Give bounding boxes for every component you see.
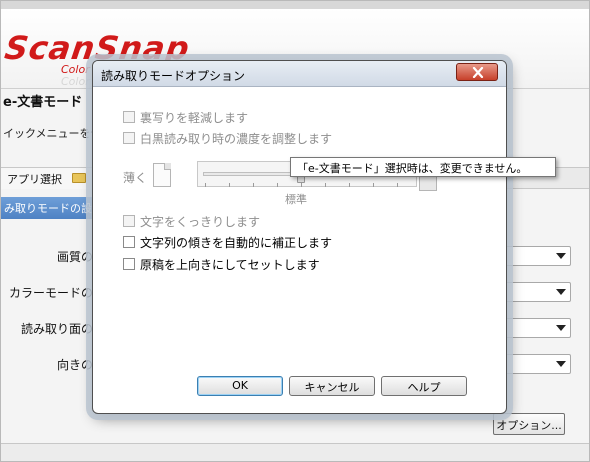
quality-select[interactable] — [501, 246, 571, 266]
scan-side-select[interactable] — [501, 318, 571, 338]
color-mode-select[interactable] — [501, 282, 571, 302]
slider-tick — [349, 183, 350, 187]
close-button[interactable] — [456, 63, 498, 81]
dialog-titlebar: 読み取りモードオプション — [93, 61, 506, 87]
orientation-select[interactable] — [501, 354, 571, 374]
tab-save-folder[interactable] — [67, 168, 93, 189]
quick-menu-text: イックメニューを使 — [3, 127, 102, 140]
chevron-down-icon — [556, 253, 566, 259]
option-button[interactable]: オプション... — [493, 413, 565, 435]
close-icon — [472, 67, 484, 78]
slider-tick — [253, 183, 254, 187]
slider-tick — [229, 183, 230, 187]
slider-tick — [205, 183, 206, 187]
standard-label: 標準 — [285, 193, 307, 206]
dialog-title: 読み取りモードオプション — [101, 69, 246, 83]
folder-icon — [72, 173, 86, 183]
setting-label-color-mode: カラーモードの — [8, 286, 93, 300]
chevron-down-icon — [556, 289, 566, 295]
help-button[interactable]: ヘルプ — [381, 376, 467, 396]
window-top-strip — [1, 1, 589, 9]
checkbox-label: 文字列の傾きを自動的に補正します — [140, 235, 333, 250]
scan-mode-option-dialog: 読み取りモードオプション 裏写りを軽減します 白黒読み取り時の濃度を調整します … — [92, 60, 507, 414]
slider-tick — [277, 183, 278, 187]
adjust-density-checkbox[interactable]: 白黒読み取り時の濃度を調整します — [123, 129, 332, 147]
checkbox-box[interactable] — [123, 258, 135, 270]
checkbox-label: 裏写りを軽減します — [140, 110, 249, 125]
checkbox-box[interactable] — [123, 215, 135, 227]
setting-label-orientation: 向きの — [56, 358, 93, 372]
light-document-icon — [153, 163, 171, 187]
section-header: み取りモードの設 — [1, 197, 99, 219]
slider-tick — [397, 183, 398, 187]
checkbox-label: 白黒読み取り時の濃度を調整します — [140, 131, 333, 146]
checkbox-label: 原稿を上向きにしてセットします — [140, 257, 320, 272]
slider-tick — [325, 183, 326, 187]
chevron-down-icon — [556, 325, 566, 331]
slider-tick — [373, 183, 374, 187]
tab-app-select[interactable]: アプリ選択 — [1, 168, 69, 189]
checkbox-box[interactable] — [123, 132, 135, 144]
dialog-separator — [119, 351, 481, 352]
setting-label-scan-side: 読み取り面の — [20, 322, 93, 336]
auto-deskew-checkbox[interactable]: 文字列の傾きを自動的に補正します — [123, 233, 332, 251]
checkbox-box[interactable] — [123, 111, 135, 123]
light-label: 薄く — [123, 171, 148, 185]
sharpen-text-checkbox[interactable]: 文字をくっきりします — [123, 212, 260, 230]
setting-label-quality: 画質の — [56, 250, 93, 264]
cancel-button[interactable]: キャンセル — [289, 376, 375, 396]
checkbox-label: 文字をくっきりします — [140, 214, 261, 229]
checkbox-box[interactable] — [123, 236, 135, 248]
ok-button[interactable]: OK — [197, 376, 283, 396]
slider-tick — [301, 183, 302, 187]
profile-title: e-文書モード — [3, 95, 83, 110]
window-bottom-bar — [1, 443, 589, 461]
reduce-bleed-through-checkbox[interactable]: 裏写りを軽減します — [123, 108, 248, 126]
disabled-tooltip: 「e-文書モード」選択時は、変更できません。 — [290, 157, 556, 177]
chevron-down-icon — [556, 361, 566, 367]
face-up-loading-checkbox[interactable]: 原稿を上向きにしてセットします — [123, 255, 320, 273]
